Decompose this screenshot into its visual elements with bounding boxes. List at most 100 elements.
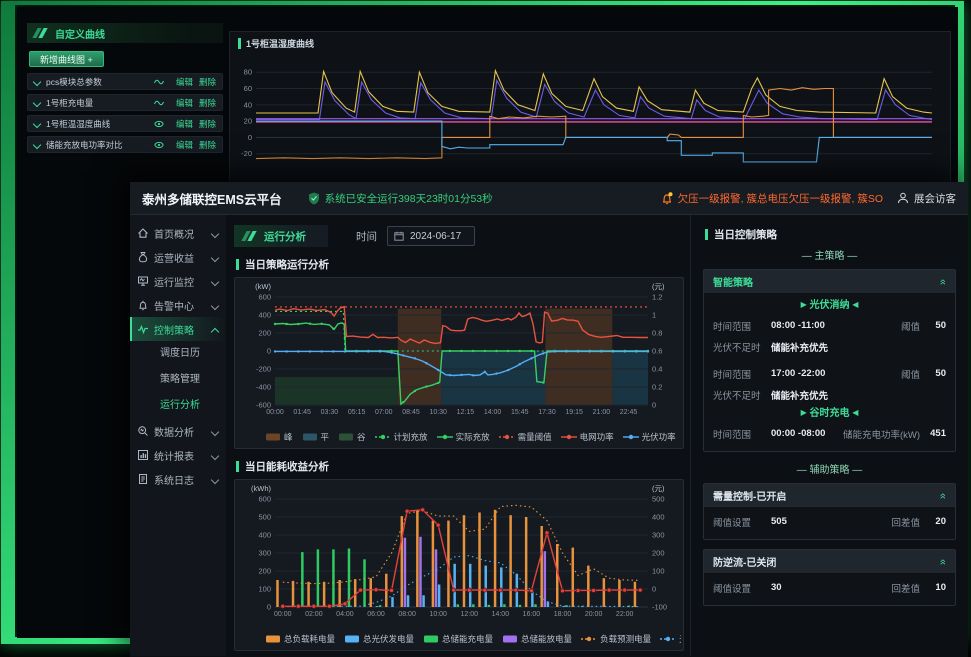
svg-text:500: 500 xyxy=(652,495,665,504)
svg-text:100: 100 xyxy=(652,567,665,576)
svg-text:18:00: 18:00 xyxy=(554,611,572,618)
legend-item[interactable]: 光伏预 xyxy=(660,633,681,645)
svg-text:0: 0 xyxy=(267,347,271,356)
legend-item[interactable]: 总储能充电量 xyxy=(423,633,493,645)
chevron-down-icon[interactable] xyxy=(34,120,41,127)
svg-text:300: 300 xyxy=(652,531,665,540)
svg-text:400: 400 xyxy=(652,513,665,522)
sidebar-item-system-log[interactable]: 系统日志 xyxy=(130,467,226,491)
alarm-ticker[interactable]: 欠压一级报警, 簇总电压欠压一级报警, 簇SO xyxy=(660,191,883,206)
tab-run-analysis[interactable]: 运行分析 xyxy=(234,225,328,247)
sidebar-subitem-run-analysis[interactable]: 运行分析 xyxy=(130,393,226,419)
legend-label: 负载预测电量 xyxy=(600,633,651,645)
main-strategy-group-label: — 主策略 — xyxy=(703,247,956,263)
sidebar-item-revenue[interactable]: 运营收益 xyxy=(130,245,226,269)
user-menu[interactable]: 展会访客 xyxy=(897,191,956,206)
app-header: 泰州多储联控EMS云平台 系统已安全运行398天23时01分53秒 欠压一级报警… xyxy=(130,182,968,215)
svg-text:200: 200 xyxy=(258,567,271,576)
legend-item[interactable]: 需量阈值 xyxy=(499,431,552,443)
svg-text:05:15: 05:15 xyxy=(348,409,366,416)
legend-swatch-icon xyxy=(375,433,391,441)
delete-button[interactable]: 删除 xyxy=(199,139,216,151)
energy-section-title: 当日能耗收益分析 xyxy=(236,457,684,475)
collapse-icon[interactable]: » xyxy=(938,558,948,564)
legend-item[interactable]: 谷 xyxy=(338,431,366,443)
legend-item[interactable]: 平 xyxy=(302,431,330,443)
sidebar-item-data-analysis[interactable]: 数据分析 xyxy=(130,419,226,443)
sidebar-item-monitor[interactable]: 运行监控 xyxy=(130,269,226,293)
svg-text:03:30: 03:30 xyxy=(321,409,339,416)
sidebar: 首页概况 运营收益 运行监控 告警中心 控制策略 调度 xyxy=(130,215,226,656)
alarm-bell-icon[interactable] xyxy=(660,191,674,205)
edit-button[interactable]: 编辑 xyxy=(176,76,193,88)
legend-swatch-icon xyxy=(338,433,354,441)
eye-icon[interactable] xyxy=(154,120,164,128)
legend-item[interactable]: 计划充放 xyxy=(375,431,428,443)
svg-text:20: 20 xyxy=(244,117,252,126)
edit-button[interactable]: 编辑 xyxy=(176,97,193,109)
legend-item[interactable]: 峰 xyxy=(265,431,293,443)
legend-item[interactable]: 总负载耗电量 xyxy=(265,633,335,645)
bar-chart-icon xyxy=(137,449,149,461)
svg-text:0: 0 xyxy=(652,585,656,594)
chevron-down-icon[interactable] xyxy=(34,78,41,85)
home-icon xyxy=(137,227,149,239)
edit-button[interactable]: 编辑 xyxy=(176,139,193,151)
date-picker[interactable]: 2024-06-17 xyxy=(387,226,475,246)
legend-item[interactable]: 总光伏发电量 xyxy=(344,633,414,645)
legend-item[interactable]: 负载预测电量 xyxy=(581,633,651,645)
svg-text:40: 40 xyxy=(244,100,252,109)
pv-shortage-row: 光伏不足时 储能补充优先 xyxy=(713,384,946,405)
legend-item[interactable]: 实际充放 xyxy=(437,431,490,443)
custom-curve-header: 自定义曲线 xyxy=(27,23,223,43)
strategy-chart-legend: 峰平谷计划充放实际充放需量阈值 电网功率光伏功率 xyxy=(237,428,681,446)
svg-text:200: 200 xyxy=(652,549,665,558)
sidebar-item-reports[interactable]: 统计报表 xyxy=(130,443,226,467)
delete-button[interactable]: 删除 xyxy=(199,97,216,109)
curve-list-item[interactable]: 储能充放电功率对比 编辑 删除 xyxy=(27,136,223,153)
main-window: 泰州多储联控EMS云平台 系统已安全运行398天23时01分53秒 欠压一级报警… xyxy=(130,182,968,657)
delete-button[interactable]: 删除 xyxy=(199,118,216,130)
slash-decoration-icon xyxy=(33,28,49,38)
legend-item[interactable]: 电网功率 xyxy=(561,431,614,443)
svg-text:20:00: 20:00 xyxy=(585,611,603,618)
svg-text:0: 0 xyxy=(248,133,252,142)
sidebar-item-home[interactable]: 首页概况 xyxy=(130,221,226,245)
sidebar-subitem-strategy-management[interactable]: 策略管理 xyxy=(130,367,226,393)
sidebar-item-alarm[interactable]: 告警中心 xyxy=(130,293,226,317)
legend-item[interactable]: 总储能放电量 xyxy=(502,633,572,645)
svg-text:0: 0 xyxy=(267,603,271,612)
chevron-down-icon xyxy=(212,278,219,285)
user-icon xyxy=(897,192,909,204)
eye-icon[interactable] xyxy=(154,141,164,149)
edit-button[interactable]: 编辑 xyxy=(176,118,193,130)
svg-text:(元): (元) xyxy=(652,282,665,291)
add-curve-button[interactable]: 新增曲线图 + xyxy=(29,51,104,67)
legend-swatch-icon xyxy=(623,433,639,441)
custom-curve-panel: 自定义曲线 新增曲线图 + pcs模块总参数 编辑 删除 1号柜充电量 编辑 删… xyxy=(27,23,223,157)
chevron-down-icon[interactable] xyxy=(34,99,41,106)
collapse-icon[interactable]: » xyxy=(938,492,948,498)
collapse-icon[interactable]: » xyxy=(938,278,948,284)
sidebar-subitem-dispatch-calendar[interactable]: 调度日历 xyxy=(130,341,226,367)
svg-text:0.2: 0.2 xyxy=(652,383,662,392)
curve-list-item[interactable]: pcs模块总参数 编辑 删除 xyxy=(27,73,223,90)
chevron-down-icon xyxy=(212,254,219,261)
curve-list-item[interactable]: 1号柜充电量 编辑 删除 xyxy=(27,94,223,111)
legend-item[interactable]: 光伏功率 xyxy=(623,431,676,443)
legend-label: 电网功率 xyxy=(580,431,614,443)
svg-text:600: 600 xyxy=(258,293,271,302)
chevron-down-icon xyxy=(212,476,219,483)
legend-swatch-icon xyxy=(344,635,360,643)
svg-text:-200: -200 xyxy=(256,365,271,374)
chevron-down-icon xyxy=(212,428,219,435)
money-bag-icon xyxy=(137,251,149,263)
svg-text:1: 1 xyxy=(652,311,656,320)
delete-button[interactable]: 删除 xyxy=(199,76,216,88)
legend-swatch-icon xyxy=(660,635,676,643)
chevron-down-icon[interactable] xyxy=(34,141,41,148)
curve-list-item[interactable]: 1号柜温湿度曲线 编辑 删除 xyxy=(27,115,223,132)
bg-chart-title: 1号柜温湿度曲线 xyxy=(246,37,314,50)
sidebar-item-control-strategy[interactable]: 控制策略 xyxy=(130,317,226,341)
svg-text:14:00: 14:00 xyxy=(492,611,510,618)
